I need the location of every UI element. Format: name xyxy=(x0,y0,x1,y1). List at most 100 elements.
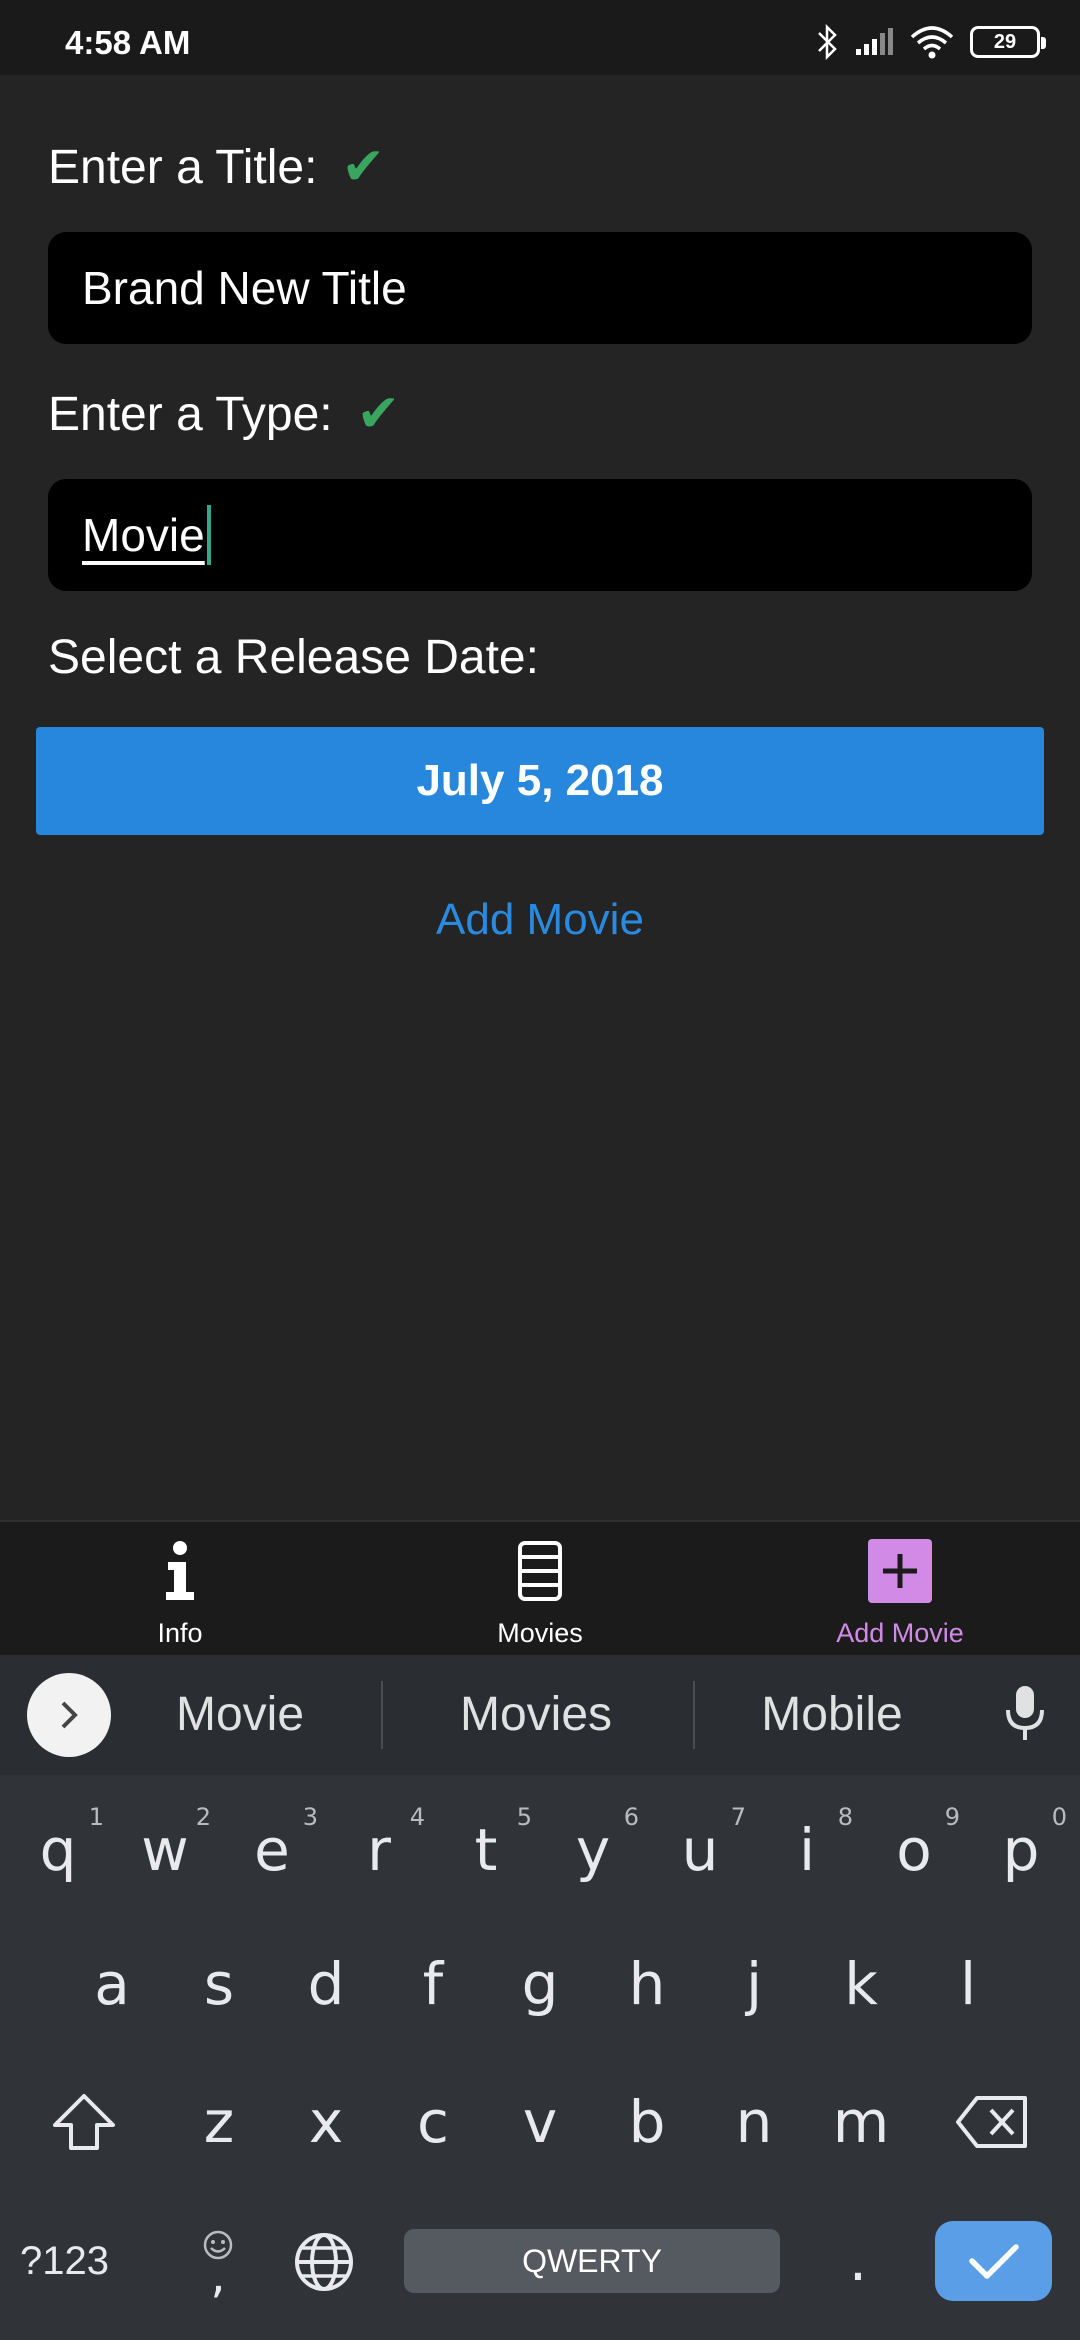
add-movie-button[interactable]: Add Movie xyxy=(0,895,1080,945)
type-label-row: Enter a Type: ✔ xyxy=(48,384,400,444)
nav-item-add-movie[interactable]: Add Movie xyxy=(720,1522,1080,1655)
key-hint: 7 xyxy=(730,1803,746,1831)
key-s[interactable]: s xyxy=(169,1929,269,2039)
key-char: q xyxy=(39,1816,77,1884)
space-key[interactable]: QWERTY xyxy=(404,2229,780,2293)
key-char: p xyxy=(1002,1816,1040,1884)
list-icon xyxy=(517,1536,563,1606)
period-key[interactable]: . xyxy=(808,2205,908,2315)
key-char: y xyxy=(575,1816,611,1884)
release-date-button[interactable]: July 5, 2018 xyxy=(36,727,1044,835)
key-h[interactable]: h xyxy=(597,1929,697,2039)
key-char: w xyxy=(141,1816,189,1884)
chevron-right-icon xyxy=(61,1701,78,1729)
nav-item-info[interactable]: Info xyxy=(0,1522,360,1655)
suggestion-bar: Movie Movies Mobile xyxy=(0,1655,1080,1775)
symbols-key[interactable]: ?123 xyxy=(20,2239,109,2284)
key-l[interactable]: l xyxy=(918,1929,1018,2039)
key-char: r xyxy=(367,1816,391,1884)
suggestion-divider xyxy=(381,1681,383,1749)
key-m[interactable]: m xyxy=(811,2067,911,2177)
key-u[interactable]: u7 xyxy=(650,1795,750,1905)
emoji-comma-key[interactable]: , xyxy=(168,2205,268,2315)
key-a[interactable]: a xyxy=(62,1929,162,2039)
nav-label-add-movie: Add Movie xyxy=(836,1618,964,1648)
key-g[interactable]: g xyxy=(490,1929,590,2039)
language-key[interactable] xyxy=(274,2207,374,2317)
key-hint: 4 xyxy=(409,1803,425,1831)
key-hint: 2 xyxy=(195,1803,211,1831)
type-label: Enter a Type: xyxy=(48,387,333,441)
key-t[interactable]: t5 xyxy=(436,1795,536,1905)
check-icon: ✔ xyxy=(356,384,401,444)
bottom-nav: Info Movies Add Movie xyxy=(0,1520,1080,1655)
key-v[interactable]: v xyxy=(490,2067,590,2177)
nav-label-info: Info xyxy=(157,1618,203,1648)
key-hint: 3 xyxy=(302,1803,318,1831)
title-input-value: Brand New Title xyxy=(82,262,407,314)
info-icon xyxy=(162,1536,198,1606)
globe-icon xyxy=(295,2233,353,2291)
key-hint: 1 xyxy=(88,1803,104,1831)
status-icons: 29 xyxy=(816,22,1046,62)
suggestion-expand-button[interactable] xyxy=(27,1673,111,1757)
nav-item-movies[interactable]: Movies xyxy=(360,1522,720,1655)
key-c[interactable]: c xyxy=(383,2067,483,2177)
suggestion-item[interactable]: Movie xyxy=(140,1687,340,1742)
enter-key[interactable] xyxy=(935,2221,1052,2301)
suggestion-divider xyxy=(693,1681,695,1749)
title-input[interactable]: Brand New Title xyxy=(48,232,1032,344)
shift-key[interactable] xyxy=(34,2067,134,2177)
key-char: u xyxy=(681,1816,719,1884)
type-input[interactable]: Movie xyxy=(48,479,1032,591)
key-z[interactable]: z xyxy=(169,2067,269,2177)
key-w[interactable]: w2 xyxy=(115,1795,215,1905)
key-hint: 9 xyxy=(944,1803,960,1831)
status-time: 4:58 AM xyxy=(65,24,191,61)
key-x[interactable]: x xyxy=(276,2067,376,2177)
signal-icon xyxy=(854,27,894,57)
key-p[interactable]: p0 xyxy=(971,1795,1071,1905)
check-icon: ✔ xyxy=(341,137,386,197)
key-d[interactable]: d xyxy=(276,1929,376,2039)
status-bar: 4:58 AM 29 xyxy=(0,0,1080,75)
backspace-icon xyxy=(956,2096,1027,2148)
key-i[interactable]: i8 xyxy=(757,1795,857,1905)
type-input-value: Movie xyxy=(82,509,205,561)
comma-char: , xyxy=(210,2248,226,2304)
key-hint: 8 xyxy=(837,1803,853,1831)
key-char: i xyxy=(798,1816,816,1884)
nav-label-movies: Movies xyxy=(497,1618,583,1648)
key-char: o xyxy=(896,1816,932,1884)
date-label: Select a Release Date: xyxy=(48,631,539,684)
date-label-row: Select a Release Date: xyxy=(48,630,539,685)
bluetooth-icon xyxy=(816,24,838,60)
title-label-row: Enter a Title: ✔ xyxy=(48,137,385,197)
shift-icon xyxy=(53,2094,115,2150)
battery-icon: 29 xyxy=(970,26,1046,58)
key-char: t xyxy=(474,1816,498,1884)
keyboard: Movie Movies Mobile q1 w2 e3 r4 t5 y6 u7… xyxy=(0,1655,1080,2340)
backspace-key[interactable] xyxy=(942,2067,1042,2177)
key-e[interactable]: e3 xyxy=(222,1795,322,1905)
key-char: e xyxy=(254,1816,290,1884)
key-f[interactable]: f xyxy=(383,1929,483,2039)
add-icon xyxy=(867,1536,933,1606)
key-k[interactable]: k xyxy=(811,1929,911,2039)
key-hint: 5 xyxy=(516,1803,532,1831)
key-hint: 0 xyxy=(1051,1803,1067,1831)
key-n[interactable]: n xyxy=(704,2067,804,2177)
suggestion-item[interactable]: Mobile xyxy=(732,1687,932,1742)
key-y[interactable]: y6 xyxy=(543,1795,643,1905)
key-b[interactable]: b xyxy=(597,2067,697,2177)
microphone-icon[interactable] xyxy=(1003,1682,1047,1751)
suggestion-item[interactable]: Movies xyxy=(426,1687,646,1742)
checkmark-icon xyxy=(968,2244,1019,2279)
key-hint: 6 xyxy=(623,1803,639,1831)
key-j[interactable]: j xyxy=(704,1929,804,2039)
key-o[interactable]: o9 xyxy=(864,1795,964,1905)
wifi-icon xyxy=(910,25,954,59)
text-caret xyxy=(206,505,211,565)
key-r[interactable]: r4 xyxy=(329,1795,429,1905)
key-q[interactable]: q1 xyxy=(8,1795,108,1905)
